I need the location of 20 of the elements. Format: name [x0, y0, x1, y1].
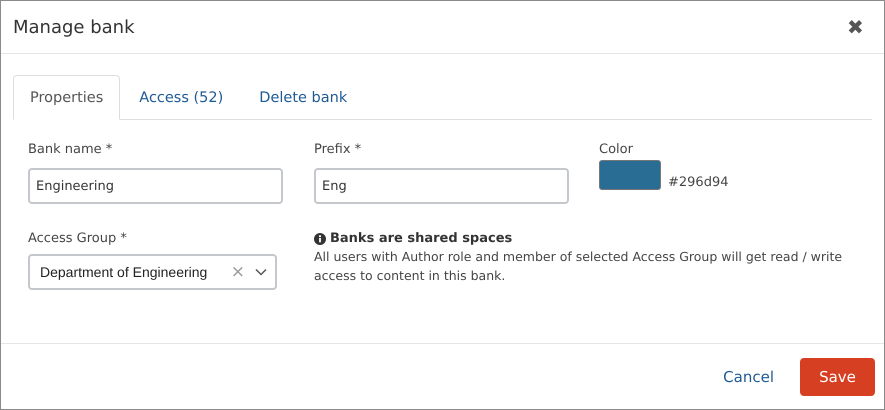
tab[interactable]: Access (52) [122, 75, 240, 120]
close-button[interactable]: ✖ [847, 14, 864, 40]
notice-title: Banks are shared spaces [330, 231, 512, 246]
input-field[interactable]: Eng [314, 168, 569, 204]
notice-text: All users with Author role and member of selected Access Group will get read / write access to content in this bank. [314, 248, 844, 285]
field-label: Prefix * [314, 142, 362, 158]
info-icon [314, 232, 326, 244]
field-label: Bank name * [28, 142, 114, 158]
select-field[interactable]: Department of Engineering × [28, 254, 277, 290]
tab[interactable]: Properties [13, 75, 120, 120]
cancel-link[interactable]: Cancel [723, 368, 774, 386]
chevron-down-icon[interactable] [255, 268, 267, 276]
input-field[interactable]: Engineering [28, 168, 283, 204]
color-swatch[interactable] [599, 160, 661, 190]
color-value: #296d94 [668, 175, 728, 190]
save-button[interactable]: Save [800, 358, 875, 396]
field-label: Access Group * [28, 231, 128, 247]
tab[interactable]: Delete bank [242, 75, 364, 120]
field-label: Color [599, 142, 634, 158]
dialog-title: Manage bank [13, 16, 135, 38]
